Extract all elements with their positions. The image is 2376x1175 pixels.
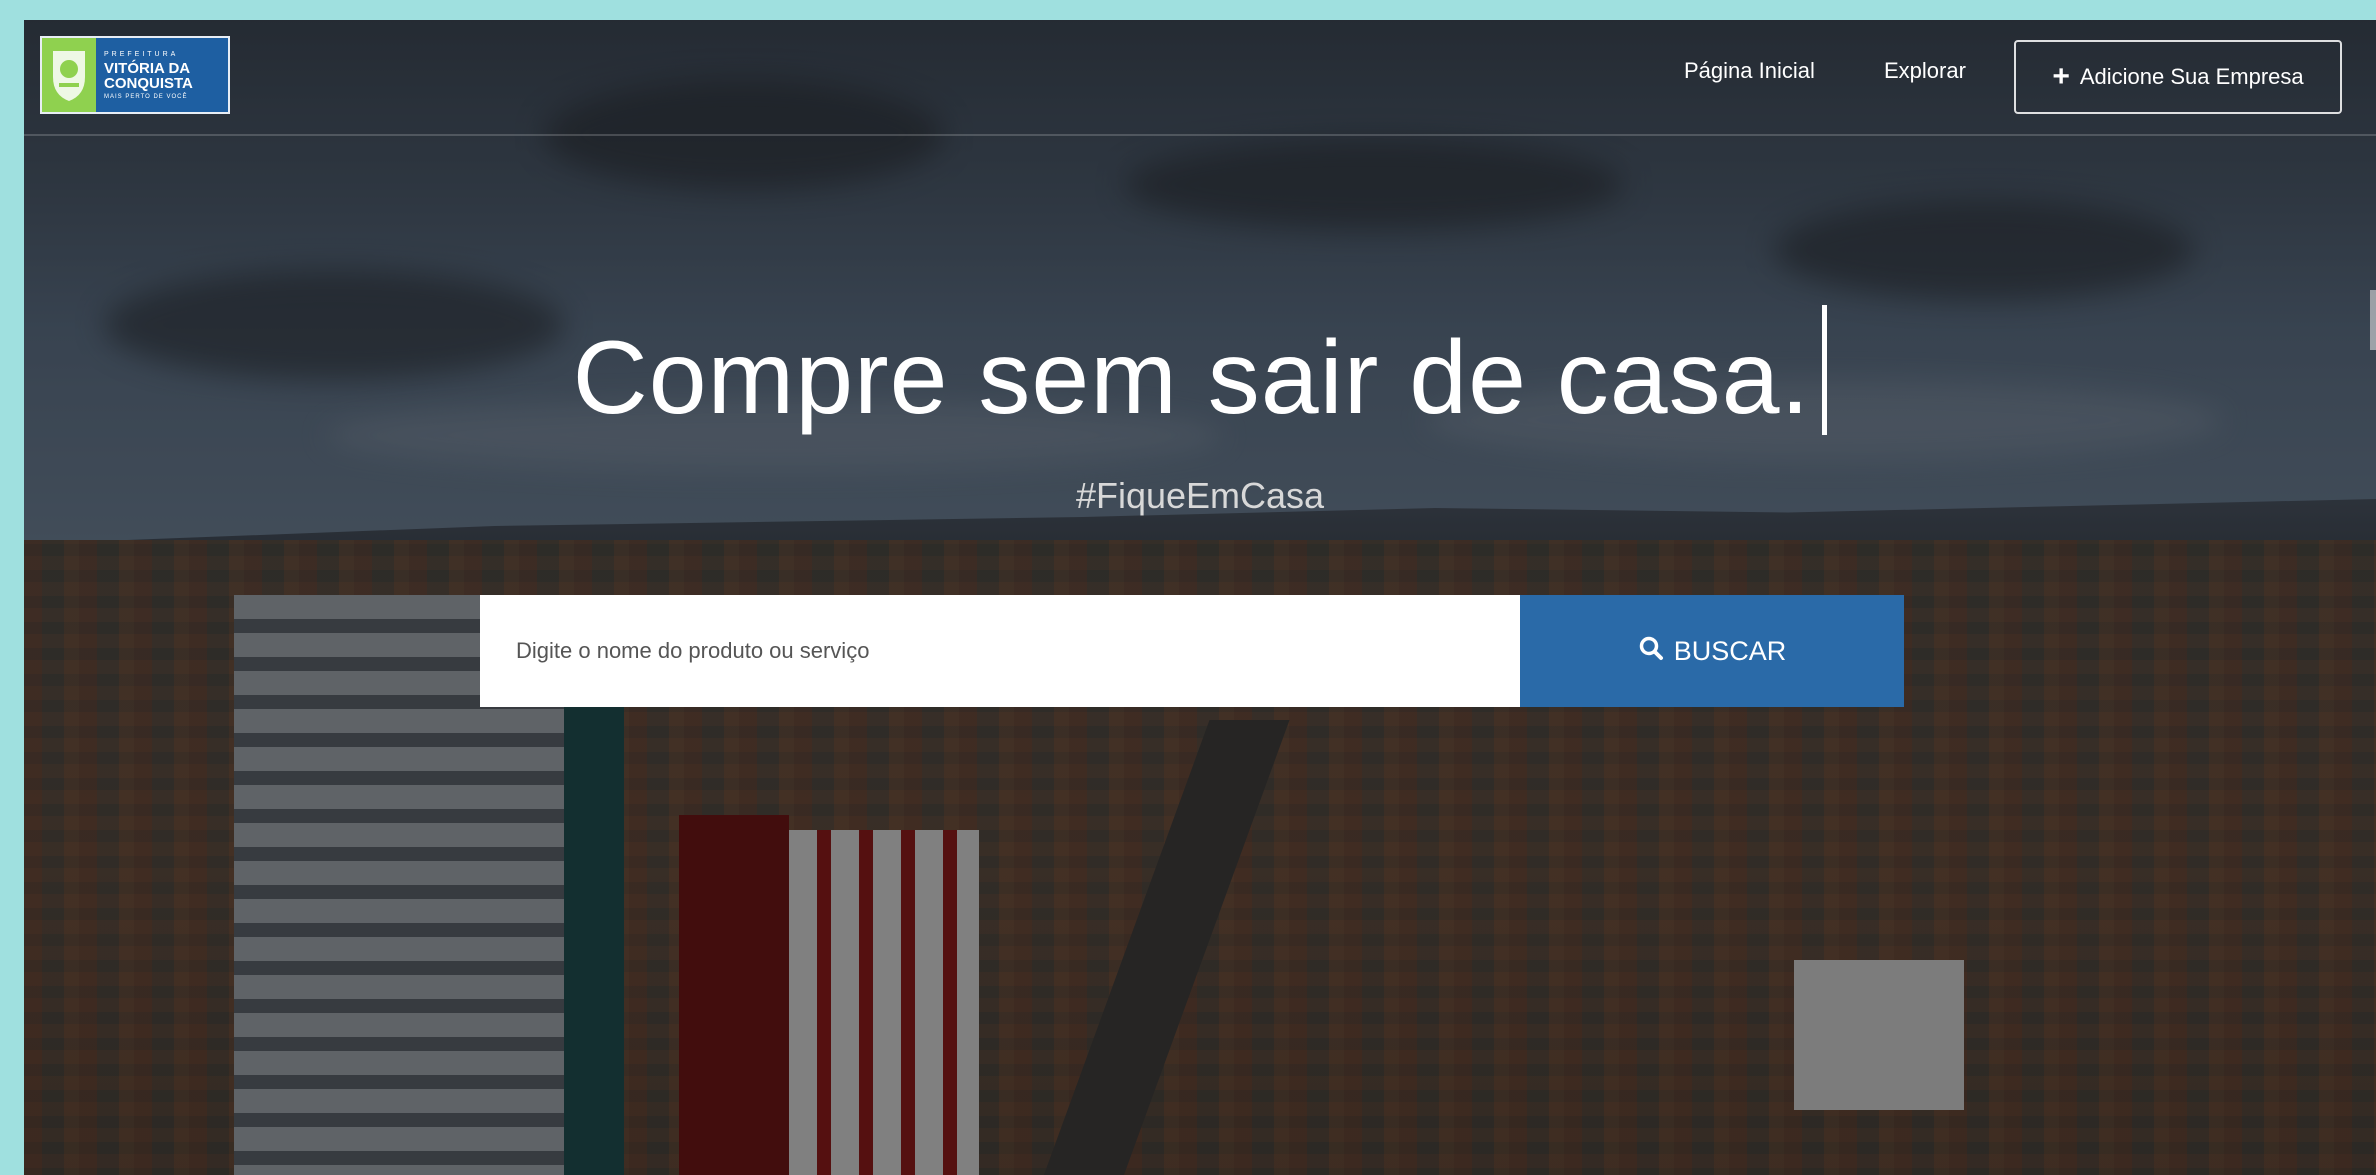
hero-hashtag: #FiqueEmCasa	[1075, 475, 1325, 516]
typing-caret	[1822, 305, 1828, 435]
search-icon	[1638, 635, 1664, 668]
search-input[interactable]	[480, 595, 1520, 707]
plus-icon: +	[2052, 60, 2070, 93]
nav-link-explore[interactable]: Explorar	[1884, 58, 1966, 84]
hero-headline-text: Compre sem sair de casa.	[572, 320, 1811, 436]
logo-city-line2: CONQUISTA	[104, 74, 193, 92]
city-logo[interactable]: PREFEITURA VITÓRIA DA CONQUISTA MAIS PER…	[40, 36, 230, 114]
search-bar: BUSCAR	[480, 595, 1904, 707]
logo-prefeitura-text: PREFEITURA	[104, 50, 179, 58]
logo-city-line1: VITÓRIA DA	[104, 59, 191, 77]
scrollbar-thumb[interactable]	[2370, 290, 2376, 350]
search-button-label: BUSCAR	[1673, 635, 1787, 666]
hero-headline: Compre sem sair de casa.	[24, 305, 2376, 438]
top-navbar: PREFEITURA VITÓRIA DA CONQUISTA MAIS PER…	[24, 20, 2376, 136]
add-business-button[interactable]: + Adicione Sua Empresa	[2014, 40, 2342, 114]
search-button[interactable]: BUSCAR	[1520, 595, 1904, 707]
add-business-label: Adicione Sua Empresa	[2079, 64, 2304, 89]
page-frame: PREFEITURA VITÓRIA DA CONQUISTA MAIS PER…	[24, 20, 2376, 1175]
nav-link-home[interactable]: Página Inicial	[1684, 58, 1815, 84]
city-crest-icon	[42, 38, 96, 112]
logo-tagline: MAIS PERTO DE VOCÊ	[104, 93, 188, 100]
